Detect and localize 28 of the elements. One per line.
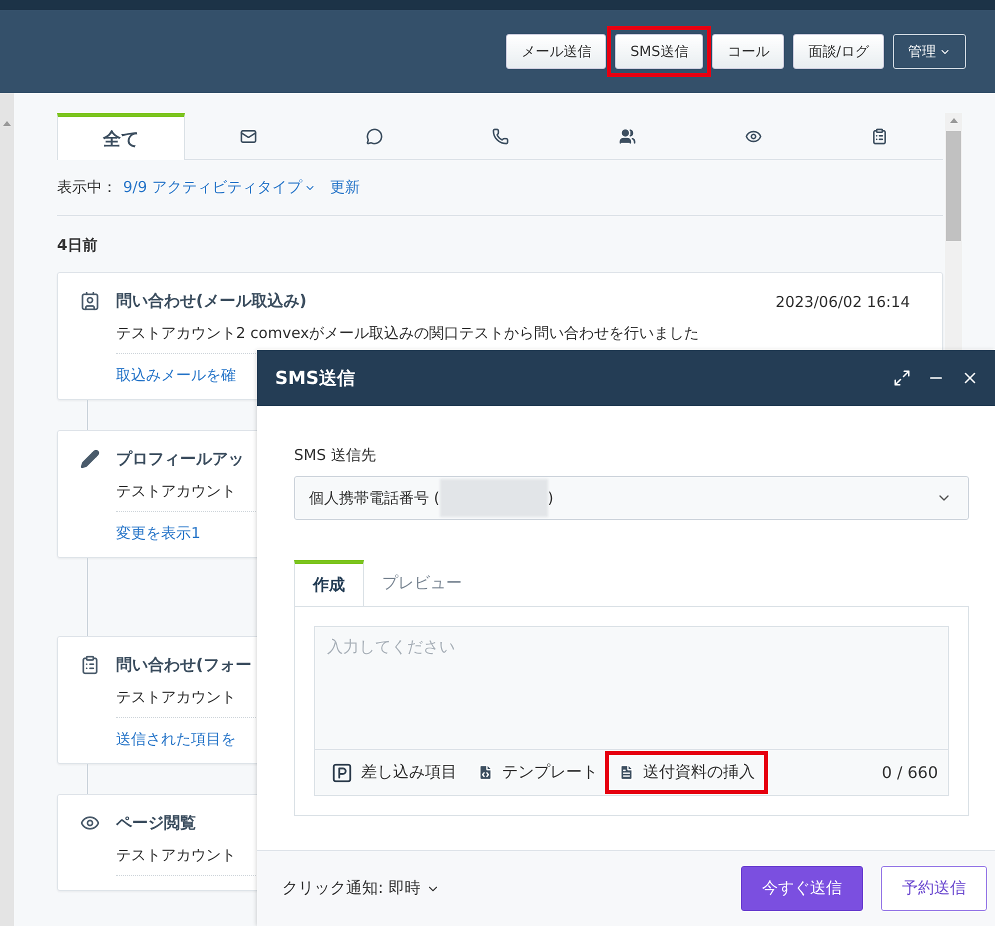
menu-button[interactable]: 管理: [893, 34, 966, 69]
send-now-button[interactable]: 今すぐ送信: [741, 866, 863, 911]
insert-tool-button[interactable]: 差し込み項目: [325, 758, 463, 788]
action-button[interactable]: コール: [712, 34, 784, 69]
notification-dropdown[interactable]: クリック通知: 即時: [276, 877, 446, 900]
insert-tool-button[interactable]: 送付資料の挿入: [612, 758, 761, 787]
action-button[interactable]: SMS送信: [615, 34, 704, 69]
activity-date: 2023/06/02 16:14: [776, 292, 910, 310]
schedule-send-button[interactable]: 予約送信: [881, 866, 987, 911]
activity-tab[interactable]: 全て: [57, 113, 186, 160]
activity-title: プロフィールアッ: [116, 449, 244, 470]
recipient-label: SMS 送信先: [294, 446, 377, 465]
activity-title: 問い合わせ(メール取込み): [116, 291, 307, 312]
dialog-title: SMS送信: [275, 367, 356, 390]
editor-tab[interactable]: 作成: [294, 560, 364, 606]
action-button[interactable]: 面談/ログ: [793, 34, 884, 69]
filter-dropdown[interactable]: 9/9 アクティビティタイプ: [123, 178, 316, 197]
editor-tab[interactable]: プレビュー: [364, 560, 480, 606]
activity-title: 問い合わせ(フォー: [116, 655, 252, 676]
date-group-heading: 4日前: [57, 235, 98, 256]
activity-title: ページ閲覧: [116, 813, 196, 834]
recipient-select[interactable]: 個人携帯電話番号 ( ): [294, 476, 969, 520]
filter-label: 表示中：: [57, 178, 117, 197]
insert-tool-button[interactable]: テンプレート: [471, 758, 604, 787]
character-counter: 0 / 660: [882, 763, 938, 782]
refresh-link[interactable]: 更新: [330, 178, 360, 197]
message-field[interactable]: 入力してください: [314, 626, 949, 750]
action-button[interactable]: メール送信: [506, 34, 606, 69]
